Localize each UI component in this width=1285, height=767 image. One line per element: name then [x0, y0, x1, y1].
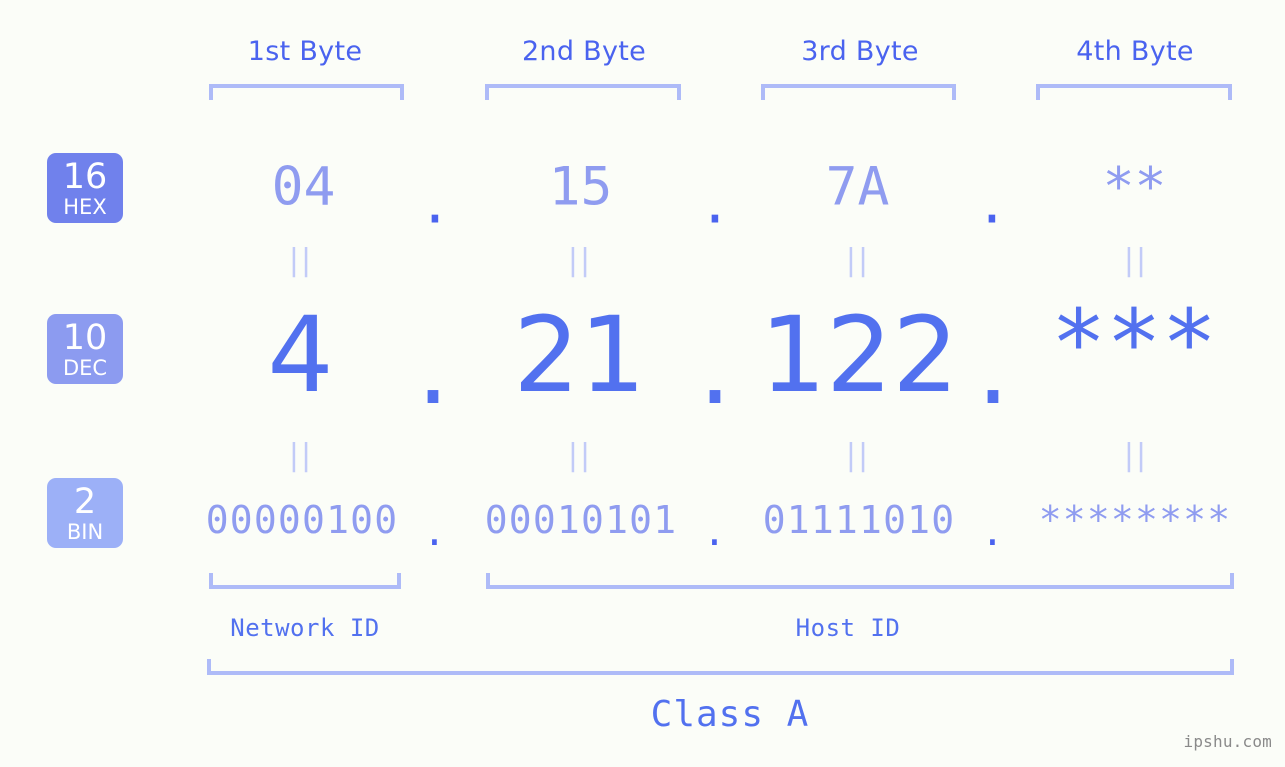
equals-connector-dec-bin-3: ||	[845, 438, 871, 473]
network-id-bracket	[209, 573, 401, 589]
equals-connector-hex-dec-3: ||	[845, 243, 871, 278]
hex-separator-1: .	[419, 174, 451, 236]
byte-header-2: 2nd Byte	[521, 36, 647, 67]
radix-badge-dec-number: 10	[62, 318, 108, 358]
class-bracket	[207, 659, 1234, 675]
bin-byte-1: 00000100	[205, 498, 399, 542]
radix-badge-dec: 10 DEC	[47, 314, 123, 384]
radix-badge-bin: 2 BIN	[47, 478, 123, 548]
equals-connector-dec-bin-2: ||	[567, 438, 593, 473]
site-watermark: ipshu.com	[1183, 732, 1272, 751]
equals-connector-hex-dec-2: ||	[567, 243, 593, 278]
byte-header-1: 1st Byte	[247, 36, 363, 67]
byte-bracket-1	[209, 84, 404, 100]
equals-connector-hex-dec-1: ||	[288, 243, 314, 278]
class-label: Class A	[650, 694, 810, 735]
radix-badge-bin-abbr: BIN	[66, 520, 104, 544]
radix-badge-hex-number: 16	[62, 157, 108, 197]
bin-separator-2: .	[702, 510, 728, 554]
bin-separator-3: .	[980, 510, 1006, 554]
hex-byte-3: 7A	[825, 156, 890, 218]
dec-byte-1: 4	[267, 294, 334, 416]
hex-separator-2: .	[699, 174, 731, 236]
byte-bracket-2	[485, 84, 681, 100]
bin-byte-4: ********	[1038, 498, 1232, 542]
bin-byte-2: 00010101	[484, 498, 678, 542]
host-id-label: Host ID	[795, 614, 901, 642]
equals-connector-dec-bin-1: ||	[288, 438, 314, 473]
hex-separator-3: .	[976, 174, 1008, 236]
radix-badge-bin-number: 2	[73, 482, 97, 522]
radix-badge-hex-abbr: HEX	[63, 195, 107, 219]
byte-header-4: 4th Byte	[1076, 36, 1194, 67]
bin-separator-1: .	[422, 510, 448, 554]
equals-connector-dec-bin-4: ||	[1123, 438, 1149, 473]
dec-byte-4: ***	[1050, 290, 1218, 397]
host-id-bracket	[486, 573, 1234, 589]
hex-byte-1: 04	[271, 156, 336, 218]
radix-badge-dec-abbr: DEC	[62, 356, 108, 380]
bin-byte-3: 01111010	[762, 498, 956, 542]
dec-separator-1: .	[416, 306, 450, 428]
byte-header-3: 3rd Byte	[801, 36, 919, 67]
network-id-label: Network ID	[230, 614, 380, 642]
dec-separator-2: .	[698, 306, 732, 428]
byte-bracket-4	[1036, 84, 1232, 100]
byte-bracket-3	[761, 84, 956, 100]
equals-connector-hex-dec-4: ||	[1123, 243, 1149, 278]
dec-byte-3: 122	[760, 294, 959, 416]
radix-badge-hex: 16 HEX	[47, 153, 123, 223]
hex-byte-4: **	[1102, 156, 1167, 218]
dec-separator-3: .	[976, 306, 1010, 428]
dec-byte-2: 21	[513, 294, 646, 416]
ip-address-breakdown-diagram: 1st Byte 2nd Byte 3rd Byte 4th Byte 16 H…	[0, 0, 1285, 767]
hex-byte-2: 15	[548, 156, 613, 218]
